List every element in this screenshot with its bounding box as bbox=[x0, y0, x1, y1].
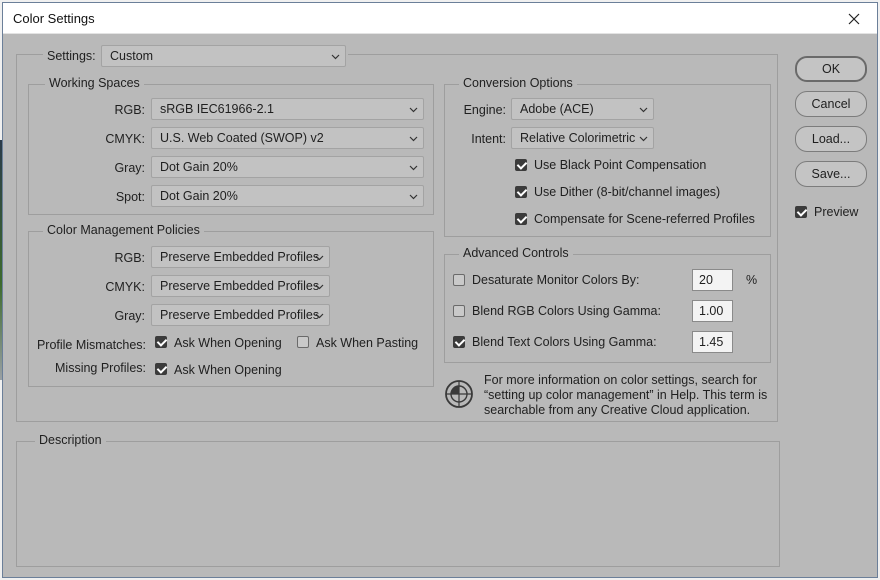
close-button[interactable] bbox=[831, 3, 877, 34]
ws-cmyk-label: CMYK: bbox=[105, 132, 145, 146]
ok-button[interactable]: OK bbox=[795, 56, 867, 82]
blend-rgb-label: Blend RGB Colors Using Gamma: bbox=[472, 304, 661, 318]
advanced-controls-title: Advanced Controls bbox=[459, 246, 573, 260]
use-dither-checkbox[interactable] bbox=[515, 186, 527, 198]
chevron-down-icon bbox=[639, 136, 648, 142]
ws-rgb-label: RGB: bbox=[114, 103, 145, 117]
chevron-down-icon bbox=[639, 107, 648, 113]
description-title: Description bbox=[35, 433, 106, 447]
desaturate-checkbox[interactable] bbox=[453, 274, 465, 286]
settings-select[interactable]: Custom bbox=[101, 45, 346, 67]
load-button[interactable]: Load... bbox=[795, 126, 867, 152]
info-text: For more information on color settings, … bbox=[484, 373, 767, 418]
intent-select[interactable]: Relative Colorimetric bbox=[511, 127, 654, 149]
policy-cmyk-select[interactable]: Preserve Embedded Profiles bbox=[151, 275, 330, 297]
settings-label: Settings: bbox=[47, 49, 96, 63]
chevron-down-icon bbox=[331, 54, 340, 60]
desaturate-unit: % bbox=[746, 273, 758, 287]
color-settings-dialog: Color Settings Settings: Custom Working … bbox=[2, 2, 878, 578]
ws-cmyk-select[interactable]: U.S. Web Coated (SWOP) v2 bbox=[151, 127, 424, 149]
save-button[interactable]: Save... bbox=[795, 161, 867, 187]
dialog-content: Settings: Custom Working Spaces RGB: sRG… bbox=[3, 34, 877, 577]
scene-referred-checkbox[interactable] bbox=[515, 213, 527, 225]
description-group: Description bbox=[16, 433, 780, 567]
ws-gray-label: Gray: bbox=[114, 161, 145, 175]
ws-rgb-select[interactable]: sRGB IEC61966-2.1 bbox=[151, 98, 424, 120]
preview-label: Preview bbox=[814, 205, 859, 219]
title-bar: Color Settings bbox=[3, 3, 877, 34]
blend-rgb-input[interactable]: 1.00 bbox=[692, 300, 733, 322]
info-line: searchable from any Creative Cloud appli… bbox=[484, 403, 751, 417]
info-line: “setting up color management” in Help. T… bbox=[484, 388, 768, 402]
black-point-compensation-checkbox[interactable] bbox=[515, 159, 527, 171]
mismatch-ask-pasting-checkbox[interactable] bbox=[297, 336, 309, 348]
chevron-down-icon bbox=[315, 284, 324, 290]
ws-gray-select[interactable]: Dot Gain 20% bbox=[151, 156, 424, 178]
window-title: Color Settings bbox=[13, 11, 95, 26]
chevron-down-icon bbox=[315, 313, 324, 319]
profile-mismatches-label: Profile Mismatches: bbox=[36, 338, 146, 352]
blend-text-input[interactable]: 1.45 bbox=[692, 331, 733, 353]
working-spaces-title: Working Spaces bbox=[45, 76, 144, 90]
blend-text-checkbox[interactable] bbox=[453, 336, 465, 348]
missing-profiles-label: Missing Profiles: bbox=[55, 361, 146, 375]
chevron-down-icon bbox=[315, 255, 324, 261]
missing-ask-opening-checkbox[interactable] bbox=[155, 363, 167, 375]
use-dither-label: Use Dither (8-bit/channel images) bbox=[534, 185, 721, 199]
mismatch-ask-opening-checkbox[interactable] bbox=[155, 336, 167, 348]
blend-text-label: Blend Text Colors Using Gamma: bbox=[472, 335, 657, 349]
policy-rgb-select[interactable]: Preserve Embedded Profiles bbox=[151, 246, 330, 268]
chevron-down-icon bbox=[409, 136, 418, 142]
mismatch-ask-pasting-label: Ask When Pasting bbox=[316, 336, 419, 350]
policy-rgb-label: RGB: bbox=[114, 251, 145, 265]
black-point-compensation-label: Use Black Point Compensation bbox=[534, 158, 707, 172]
policy-cmyk-label: CMYK: bbox=[105, 280, 145, 294]
engine-label: Engine: bbox=[463, 103, 506, 117]
info-line: For more information on color settings, … bbox=[484, 373, 758, 387]
missing-ask-opening-label: Ask When Opening bbox=[174, 363, 282, 377]
close-icon bbox=[848, 13, 860, 24]
engine-select[interactable]: Adobe (ACE) bbox=[511, 98, 654, 120]
chevron-down-icon bbox=[409, 194, 418, 200]
policies-title: Color Management Policies bbox=[43, 223, 204, 237]
intent-label: Intent: bbox=[471, 132, 506, 146]
policy-gray-label: Gray: bbox=[114, 309, 145, 323]
mismatch-ask-opening-label: Ask When Opening bbox=[174, 336, 282, 350]
scene-referred-label: Compensate for Scene-referred Profiles bbox=[534, 212, 755, 226]
color-wheel-icon bbox=[445, 380, 473, 408]
cancel-button[interactable]: Cancel bbox=[795, 91, 867, 117]
desaturate-label: Desaturate Monitor Colors By: bbox=[472, 273, 640, 287]
conversion-options-title: Conversion Options bbox=[459, 76, 577, 90]
desaturate-input[interactable]: 20 bbox=[692, 269, 733, 291]
chevron-down-icon bbox=[409, 107, 418, 113]
ws-spot-select[interactable]: Dot Gain 20% bbox=[151, 185, 424, 207]
ws-spot-label: Spot: bbox=[115, 190, 145, 204]
blend-rgb-checkbox[interactable] bbox=[453, 305, 465, 317]
chevron-down-icon bbox=[409, 165, 418, 171]
policy-gray-select[interactable]: Preserve Embedded Profiles bbox=[151, 304, 330, 326]
preview-checkbox[interactable] bbox=[795, 206, 807, 218]
